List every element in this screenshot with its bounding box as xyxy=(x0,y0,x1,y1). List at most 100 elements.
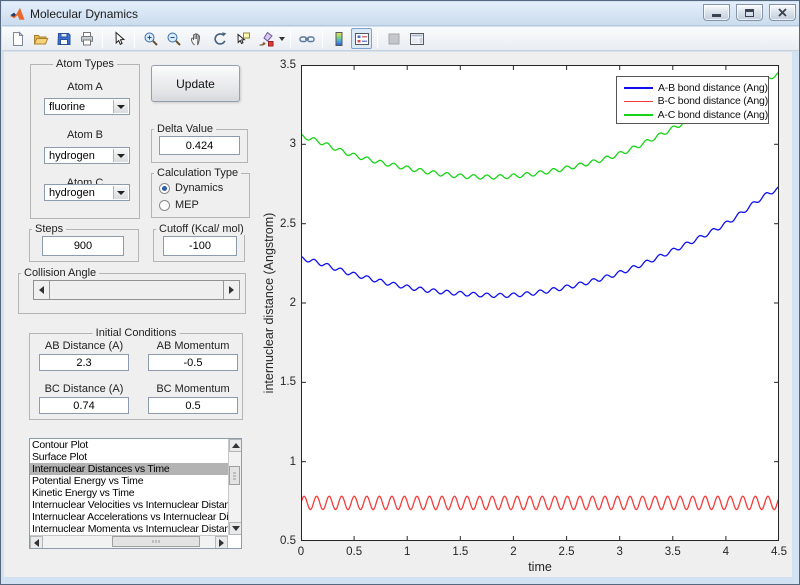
insert-legend-button[interactable] xyxy=(351,28,372,49)
print-figure-button[interactable] xyxy=(76,28,97,49)
insert-colorbar-button[interactable] xyxy=(328,28,349,49)
x-tick-label: 0.5 xyxy=(332,546,376,558)
window-title: Molecular Dynamics xyxy=(30,7,138,21)
scroll-left-button[interactable] xyxy=(30,536,43,549)
initial-conditions-title: Initial Conditions xyxy=(93,327,180,339)
x-tick-label: 2 xyxy=(491,546,535,558)
brush-data-dropdown-caret[interactable] xyxy=(277,28,286,49)
save-figure-button[interactable] xyxy=(53,28,74,49)
chevron-down-icon[interactable] xyxy=(113,186,128,199)
save-figure-icon xyxy=(56,31,72,47)
atom-c-value: hydrogen xyxy=(49,187,95,199)
vertical-scroll-thumb[interactable] xyxy=(229,466,240,485)
horizontal-scroll-thumb[interactable] xyxy=(112,536,200,547)
bc-distance-field[interactable]: 0.74 xyxy=(39,397,129,414)
brush-data-button[interactable] xyxy=(255,28,276,49)
radio-icon[interactable] xyxy=(159,200,170,211)
radio-dynamics[interactable]: Dynamics xyxy=(159,182,223,194)
list-item[interactable]: Surface Plot xyxy=(30,451,228,463)
link-plot-button[interactable] xyxy=(296,28,317,49)
arrow-left-icon xyxy=(30,539,39,547)
list-item[interactable]: Kinetic Energy vs Time xyxy=(30,487,228,499)
thumb-grip xyxy=(233,472,236,479)
legend-entry: B-C bond distance (Ang) xyxy=(624,95,768,109)
x-tick-label: 3 xyxy=(598,546,642,558)
link-plot-icon xyxy=(299,31,315,47)
atom-b-dropdown[interactable]: hydrogen xyxy=(44,147,130,164)
bc-distance-label: BC Distance (A) xyxy=(39,383,129,395)
list-item[interactable]: Potential Energy vs Time xyxy=(30,475,228,487)
maximize-button[interactable] xyxy=(736,4,763,21)
y-tick-label: 1 xyxy=(256,456,296,468)
list-item[interactable]: Internuclear Distances vs Time xyxy=(30,463,228,475)
edit-plot-button[interactable] xyxy=(108,28,129,49)
scroll-down-button[interactable] xyxy=(229,522,242,535)
zoom-out-button[interactable] xyxy=(163,28,184,49)
atom-a-dropdown[interactable]: fluorine xyxy=(44,98,130,115)
x-tick-label: 4 xyxy=(704,546,748,558)
atom-types-title: Atom Types xyxy=(53,58,117,70)
zoom-out-icon xyxy=(166,31,182,47)
listbox-horizontal-scrollbar[interactable] xyxy=(30,535,228,548)
atom-c-dropdown[interactable]: hydrogen xyxy=(44,184,130,201)
data-cursor-icon xyxy=(235,31,251,47)
client-area: Atom Types Atom A fluorine Atom B hydrog… xyxy=(4,52,792,577)
maximize-icon xyxy=(745,9,754,17)
cutoff-field[interactable]: -100 xyxy=(163,236,237,256)
legend-label: A-B bond distance (Ang) xyxy=(658,82,768,94)
close-button[interactable] xyxy=(769,4,796,21)
collision-angle-slider[interactable] xyxy=(33,280,240,300)
new-figure-button[interactable] xyxy=(7,28,28,49)
ab-distance-field[interactable]: 2.3 xyxy=(39,354,129,371)
bc-momentum-label: BC Momentum xyxy=(148,383,238,395)
radio-icon[interactable] xyxy=(159,183,170,194)
list-item[interactable]: Internuclear Accelerations vs Internucle… xyxy=(30,511,228,523)
open-file-button[interactable] xyxy=(30,28,51,49)
legend-label: B-C bond distance (Ang) xyxy=(658,95,768,107)
rotate-3d-button[interactable] xyxy=(209,28,230,49)
delta-value-field[interactable]: 0.424 xyxy=(159,136,240,155)
chevron-down-icon[interactable] xyxy=(113,149,128,162)
x-tick-label: 1 xyxy=(385,546,429,558)
chevron-down-icon[interactable] xyxy=(113,100,128,113)
window-controls xyxy=(703,4,796,21)
radio-dynamics-label: Dynamics xyxy=(175,182,223,194)
plot-type-listbox[interactable]: Contour PlotSurface PlotInternuclear Dis… xyxy=(29,438,242,549)
scroll-up-button[interactable] xyxy=(229,439,242,452)
bc-momentum-field[interactable]: 0.5 xyxy=(148,397,238,414)
minimize-button[interactable] xyxy=(703,4,730,21)
ab-distance-label: AB Distance (A) xyxy=(39,340,129,352)
toolbar-separator xyxy=(290,30,291,48)
scroll-right-button[interactable] xyxy=(215,536,228,549)
list-item[interactable]: Contour Plot xyxy=(30,439,228,451)
slider-right-arrow[interactable] xyxy=(223,281,239,299)
steps-field[interactable]: 900 xyxy=(42,236,124,256)
legend-entry: A-B bond distance (Ang) xyxy=(624,81,768,95)
atom-b-value: hydrogen xyxy=(49,150,95,162)
radio-mep[interactable]: MEP xyxy=(159,199,199,211)
update-button[interactable]: Update xyxy=(151,65,240,102)
open-file-icon xyxy=(33,31,49,47)
titlebar[interactable]: Molecular Dynamics xyxy=(2,2,800,26)
calculation-type-title: Calculation Type xyxy=(154,167,241,179)
zoom-in-button[interactable] xyxy=(140,28,161,49)
app-window: Molecular Dynamics Atom Types Atom A flu… xyxy=(0,0,800,585)
y-tick-label: 0.5 xyxy=(256,535,296,547)
plot-legend[interactable]: A-B bond distance (Ang)B-C bond distance… xyxy=(616,76,769,124)
show-plot-tools-button[interactable] xyxy=(406,28,427,49)
slider-thumb[interactable] xyxy=(50,281,232,299)
toolbar-separator xyxy=(377,30,378,48)
listbox-vertical-scrollbar[interactable] xyxy=(228,439,241,535)
list-item[interactable]: Internuclear Momenta vs Internuclear Dis… xyxy=(30,523,228,535)
show-plot-tools-icon xyxy=(409,31,425,47)
slider-left-arrow[interactable] xyxy=(34,281,50,299)
ab-momentum-field[interactable]: -0.5 xyxy=(148,354,238,371)
atom-b-label: Atom B xyxy=(30,129,140,141)
list-item[interactable]: Internuclear Velocities vs Internuclear … xyxy=(30,499,228,511)
x-tick-label: 2.5 xyxy=(545,546,589,558)
pan-button[interactable] xyxy=(186,28,207,49)
plot-axes[interactable] xyxy=(301,65,779,541)
legend-label: A-C bond distance (Ang) xyxy=(658,109,768,121)
x-tick-label: 3.5 xyxy=(651,546,695,558)
data-cursor-button[interactable] xyxy=(232,28,253,49)
